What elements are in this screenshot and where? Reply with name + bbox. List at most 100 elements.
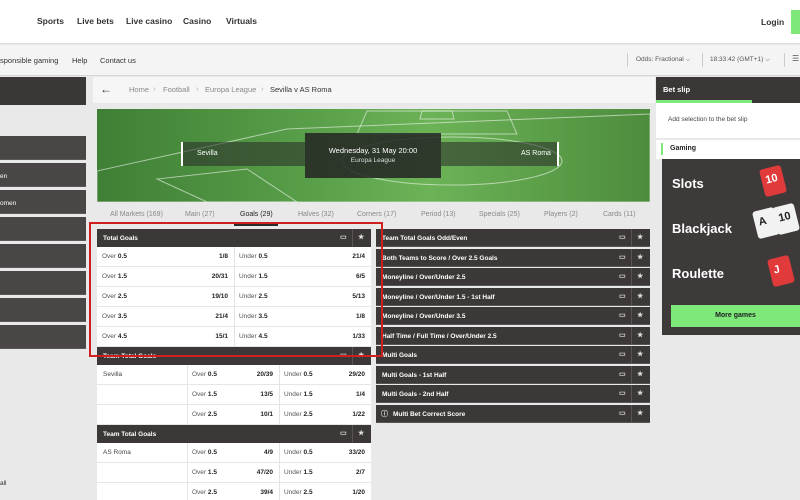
nav-casino[interactable]: Casino [183,16,211,26]
promo-slots[interactable]: Slots [672,176,704,191]
stats-icon[interactable]: ▭ [619,311,626,319]
sidebar-item[interactable] [0,244,86,268]
star-icon[interactable]: ★ [637,409,643,417]
star-icon[interactable]: ★ [637,370,643,378]
divider [352,425,353,443]
star-icon[interactable]: ★ [358,429,364,437]
timezone-select[interactable]: 18:33:42 (GMT+1) ⌵ [710,56,770,64]
nav-sports[interactable]: Sports [37,16,64,26]
market-header[interactable]: Moneyline / Over/Under 2.5 ▭ ★ [376,268,650,286]
under-selection[interactable]: Under 1.5 2/7 [279,463,371,482]
market-row: Over 1.5 13/5 Under 1.5 1/4 [97,385,371,405]
sidebar-item[interactable] [0,298,86,322]
star-icon[interactable]: ★ [637,389,643,397]
stats-icon[interactable]: ▭ [619,253,626,261]
bet-slip-header[interactable]: Bet slip [656,77,800,103]
stats-icon[interactable]: ▭ [619,292,626,300]
stats-icon[interactable]: ▭ [619,370,626,378]
market-title: Moneyline / Over/Under 3.5 [382,313,466,320]
nav-live-bets[interactable]: Live bets [77,16,114,26]
market-header[interactable]: Half Time / Full Time / Over/Under 2.5 ▭ ★ [376,326,650,345]
over-selection[interactable]: Over 0.5 20/39 [187,365,279,384]
sidebar-item[interactable]: en [0,163,86,187]
star-icon[interactable]: ★ [637,350,643,358]
divider [279,405,280,425]
divider [627,53,628,67]
stats-icon[interactable]: ▭ [619,331,626,339]
selection-label: Over 2.5 [192,411,217,418]
breadcrumb-competition[interactable]: Europa League [205,85,256,94]
under-selection[interactable]: Under 0.5 33/20 [279,443,371,462]
under-selection[interactable]: Under 0.5 29/20 [279,365,371,384]
nav-virtuals[interactable]: Virtuals [226,16,257,26]
tab-corners[interactable]: Corners (17) [357,211,396,218]
over-selection[interactable]: Over 1.5 13/5 [187,385,279,404]
star-icon[interactable]: ★ [637,272,643,280]
market-header[interactable]: Moneyline / Over/Under 3.5 ▭ ★ [376,307,650,325]
tab-all-markets[interactable]: All Markets (169) [110,211,163,218]
market-header[interactable]: Both Teams to Score / Over 2.5 Goals ▭ ★ [376,248,650,267]
login-button[interactable]: Login [761,17,784,27]
sidebar-item-label: en [0,173,8,180]
nav-live-casino[interactable]: Live casino [126,16,172,26]
over-selection[interactable]: Over 0.5 4/9 [187,443,279,462]
promo-roulette[interactable]: Roulette [672,266,724,281]
market-header[interactable]: Team Total Goals Odd/Even ▭ ★ [376,229,650,247]
divider [279,385,280,405]
over-selection[interactable]: Over 2.5 10/1 [187,405,279,424]
stats-icon[interactable]: ▭ [619,233,626,241]
sidebar-item[interactable]: omen [0,190,86,214]
menu-icon[interactable]: ☰ [792,54,799,63]
star-icon[interactable]: ★ [637,311,643,319]
selection-word: Over [192,391,207,398]
stats-icon[interactable]: ▭ [619,409,626,417]
market-header[interactable]: Multi Goals ▭ ★ [376,346,650,364]
team-total-goals-header[interactable]: Team Total Goals ▭ ★ [97,425,371,443]
more-games-button[interactable]: More games [671,305,800,327]
help-link[interactable]: Help [72,56,87,65]
tab-cards[interactable]: Cards (11) [603,211,636,218]
under-selection[interactable]: Under 1.5 1/4 [279,385,371,404]
info-icon[interactable]: ⓘ [381,409,388,419]
divider [279,483,280,500]
stats-icon[interactable]: ▭ [340,429,347,437]
join-button[interactable] [791,10,800,34]
stats-icon[interactable]: ▭ [619,389,626,397]
sidebar-item[interactable] [0,271,86,295]
tab-players[interactable]: Players (2) [544,211,578,218]
sidebar-item[interactable] [0,217,86,241]
over-selection[interactable]: Over 2.5 39/4 [187,483,279,500]
stats-icon[interactable]: ▭ [619,350,626,358]
contact-link[interactable]: Contact us [100,56,136,65]
tab-halves[interactable]: Halves (32) [298,211,334,218]
clock-label: 18:33:42 (GMT+1) [710,56,764,63]
tab-goals[interactable]: Goals (29) [240,211,273,218]
under-selection[interactable]: Under 2.5 1/22 [279,405,371,424]
sidebar-item[interactable] [0,136,86,160]
odds-value: 20/39 [256,371,273,378]
stats-icon[interactable]: ▭ [619,272,626,280]
market-title: Moneyline / Over/Under 1.5 - 1st Half [382,293,495,301]
star-icon[interactable]: ★ [637,292,643,300]
divider [631,404,632,423]
breadcrumb-football[interactable]: Football [163,85,190,94]
promo-blackjack[interactable]: Blackjack [672,221,732,236]
market-header[interactable]: Multi Goals - 1st Half ▭ ★ [376,365,650,384]
odds-format-select[interactable]: Odds: Fractional ⌵ [636,56,690,64]
market-header[interactable]: Moneyline / Over/Under 1.5 - 1st Half ▭ ★ [376,287,650,306]
over-selection[interactable]: Over 1.5 47/20 [187,463,279,482]
market-header[interactable]: Multi Goals - 2nd Half ▭ ★ [376,385,650,403]
sidebar-item[interactable] [0,325,86,349]
tab-specials[interactable]: Specials (25) [479,211,520,218]
star-icon[interactable]: ★ [637,233,643,241]
market-header[interactable]: ⓘ Multi Bet Correct Score ▭ ★ [376,404,650,423]
under-selection[interactable]: Under 2.5 1/20 [279,483,371,500]
tab-main[interactable]: Main (27) [185,211,215,218]
breadcrumb-home[interactable]: Home [129,85,149,94]
market-title: Team Total Goals [103,431,157,438]
arrow-left-icon[interactable]: ← [100,82,112,96]
responsible-gaming-link[interactable]: sponsible gaming [0,56,58,65]
star-icon[interactable]: ★ [637,331,643,339]
tab-period[interactable]: Period (13) [421,211,456,218]
star-icon[interactable]: ★ [637,253,643,261]
